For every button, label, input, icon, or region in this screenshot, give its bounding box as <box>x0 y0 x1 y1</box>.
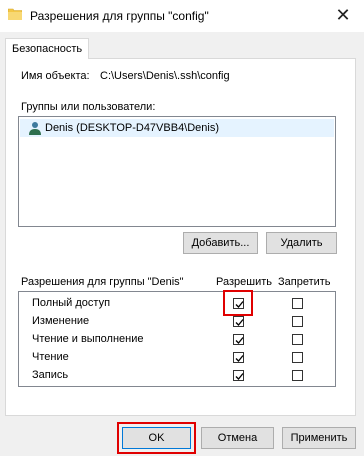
object-name-value: C:\Users\Denis\.ssh\config <box>100 70 230 82</box>
permissions-label: Разрешения для группы "Denis" <box>21 276 184 288</box>
apply-button[interactable]: Применить <box>282 427 356 449</box>
permission-name: Изменение <box>32 315 90 327</box>
allow-checkbox[interactable] <box>233 334 244 345</box>
allow-checkbox[interactable] <box>233 370 244 381</box>
allow-checkbox[interactable] <box>233 352 244 363</box>
users-list[interactable]: Denis (DESKTOP-D47VBB4\Denis) <box>18 116 336 227</box>
close-icon: ✕ <box>335 5 351 25</box>
remove-button[interactable]: Удалить <box>266 232 337 254</box>
highlight-frame <box>223 290 253 316</box>
object-name-label: Имя объекта: <box>21 70 90 82</box>
add-button[interactable]: Добавить... <box>183 232 258 254</box>
title-bar: Разрешения для группы "config" ✕ <box>0 0 364 32</box>
user-name: Denis (DESKTOP-D47VBB4\Denis) <box>45 122 220 134</box>
deny-checkbox[interactable] <box>292 298 303 309</box>
deny-header: Запретить <box>278 276 331 288</box>
tab-label: Безопасность <box>12 43 83 55</box>
close-button[interactable]: ✕ <box>322 0 364 32</box>
allow-checkbox[interactable] <box>233 316 244 327</box>
permission-name: Полный доступ <box>32 297 111 309</box>
groups-label: Группы или пользователи: <box>21 101 156 113</box>
allow-header: Разрешить <box>216 276 272 288</box>
folder-icon <box>8 8 22 20</box>
permission-name: Чтение <box>32 351 69 363</box>
window-title: Разрешения для группы "config" <box>30 9 209 23</box>
deny-checkbox[interactable] <box>292 370 303 381</box>
tab-security[interactable]: Безопасность <box>5 38 89 59</box>
deny-checkbox[interactable] <box>292 334 303 345</box>
highlight-frame <box>117 422 196 454</box>
cancel-button[interactable]: Отмена <box>201 427 274 449</box>
list-item[interactable]: Denis (DESKTOP-D47VBB4\Denis) <box>20 119 334 137</box>
deny-checkbox[interactable] <box>292 316 303 327</box>
deny-checkbox[interactable] <box>292 352 303 363</box>
permission-name: Чтение и выполнение <box>32 333 144 345</box>
user-icon <box>29 122 41 135</box>
permission-name: Запись <box>32 369 69 381</box>
